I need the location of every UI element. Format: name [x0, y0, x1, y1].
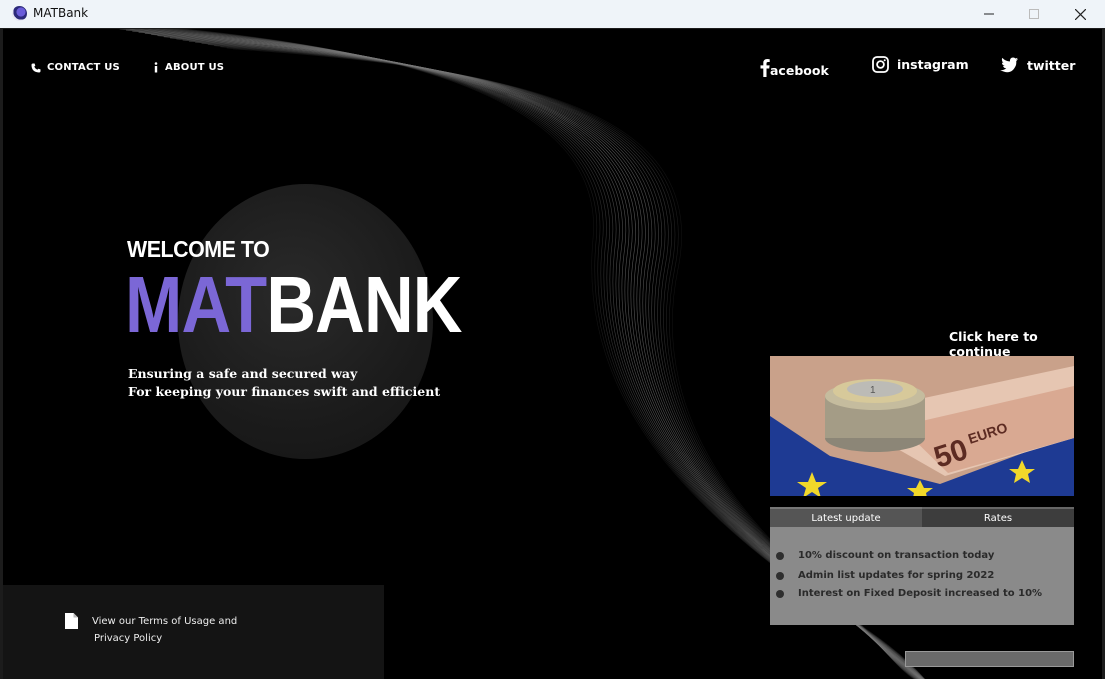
bullet-icon — [776, 551, 784, 560]
info-tabs: Latest update Rates — [770, 507, 1074, 527]
welcome-heading: WELCOME TO — [127, 236, 270, 262]
continue-link[interactable]: Click here to continue — [949, 329, 1102, 359]
tab-rates[interactable]: Rates — [922, 507, 1074, 527]
tab-latest-update[interactable]: Latest update — [770, 507, 922, 527]
tagline-line-1: Ensuring a safe and secured way — [128, 366, 358, 381]
window-titlebar: MATBank — [0, 0, 1105, 28]
twitter-label: twitter — [1027, 58, 1076, 73]
info-icon — [154, 62, 158, 73]
about-us-label: ABOUT US — [165, 62, 225, 73]
instagram-label: instagram — [897, 57, 969, 72]
app-logo-icon — [12, 6, 27, 21]
tagline-line-2: For keeping your finances swift and effi… — [128, 384, 441, 399]
window-title: MATBank — [33, 6, 89, 20]
list-item: Interest on Fixed Deposit increased to 1… — [776, 588, 1042, 599]
contact-us-label: CONTACT US — [47, 62, 120, 73]
coin-value-text: 1 — [870, 385, 876, 396]
update-text: 10% discount on transaction today — [798, 550, 995, 561]
twitter-icon — [1000, 56, 1018, 72]
brand-accent-text: MAT — [125, 260, 267, 349]
terms-link[interactable]: View our Terms of Usage and Privacy Poli… — [92, 613, 237, 647]
updates-list: 10% discount on transaction today Admin … — [770, 527, 1074, 625]
list-item: Admin list updates for spring 2022 — [776, 570, 994, 581]
minimize-button[interactable] — [966, 0, 1012, 28]
promo-image: 50 EURO 1 — [770, 356, 1074, 496]
euro-coins-image: 50 EURO 1 — [770, 356, 1074, 496]
phone-icon — [31, 63, 41, 72]
list-item: 10% discount on transaction today — [776, 550, 994, 561]
bullet-icon — [776, 589, 784, 598]
brand-main-text: BANK — [266, 260, 462, 349]
maximize-button[interactable] — [1011, 0, 1057, 28]
facebook-link[interactable]: acebook — [760, 56, 829, 78]
brand-title: MATBANK — [125, 265, 462, 345]
update-text: Admin list updates for spring 2022 — [798, 570, 995, 581]
bottom-action-bar[interactable] — [905, 651, 1074, 667]
update-text: Interest on Fixed Deposit increased to 1… — [798, 588, 1043, 599]
minimize-icon — [984, 13, 994, 15]
document-icon — [65, 613, 78, 629]
bullet-icon — [776, 571, 784, 580]
contact-us-link[interactable]: CONTACT US — [31, 62, 120, 73]
twitter-link[interactable]: twitter — [999, 56, 1075, 73]
facebook-icon — [760, 58, 770, 77]
tagline: Ensuring a safe and secured way For keep… — [128, 365, 440, 401]
close-button[interactable] — [1057, 0, 1103, 28]
terms-line-2: Privacy Policy — [94, 633, 163, 644]
close-icon — [1074, 8, 1086, 20]
footer-panel: View our Terms of Usage and Privacy Poli… — [3, 585, 384, 679]
app-main: CONTACT US ABOUT US acebook instagram tw… — [3, 29, 1102, 679]
facebook-label: acebook — [770, 63, 829, 78]
terms-line-1: View our Terms of Usage and — [92, 616, 238, 627]
instagram-icon — [872, 56, 889, 73]
instagram-link[interactable]: instagram — [872, 56, 969, 73]
maximize-icon — [1029, 9, 1039, 19]
about-us-link[interactable]: ABOUT US — [153, 62, 224, 73]
